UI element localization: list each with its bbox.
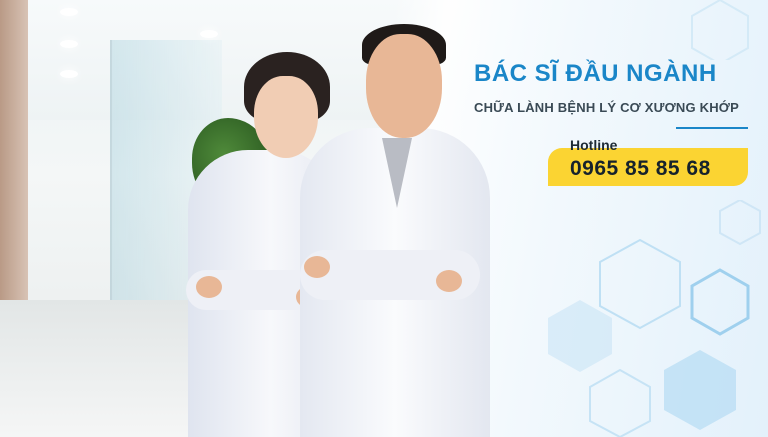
ceiling-light	[200, 30, 218, 38]
ceiling-light	[60, 40, 78, 48]
banner-title: BÁC SĨ ĐẦU NGÀNH	[474, 60, 717, 87]
hand	[304, 256, 330, 278]
banner-subtitle: CHỮA LÀNH BỆNH LÝ CƠ XƯƠNG KHỚP	[474, 100, 739, 115]
hand	[196, 276, 222, 298]
face	[254, 76, 318, 158]
ceiling-light	[60, 8, 78, 16]
hotline-label: Hotline	[570, 137, 618, 153]
hexagon-decoration-icon	[548, 200, 761, 437]
face	[366, 34, 442, 138]
hotline-number[interactable]: 0965 85 85 68	[570, 157, 711, 181]
divider	[676, 127, 748, 129]
banner: BÁC SĨ ĐẦU NGÀNH CHỮA LÀNH BỆNH LÝ CƠ XƯ…	[0, 0, 768, 437]
hand	[436, 270, 462, 292]
ceiling-light	[60, 70, 78, 78]
hexagon-decoration-icon	[691, 0, 749, 60]
